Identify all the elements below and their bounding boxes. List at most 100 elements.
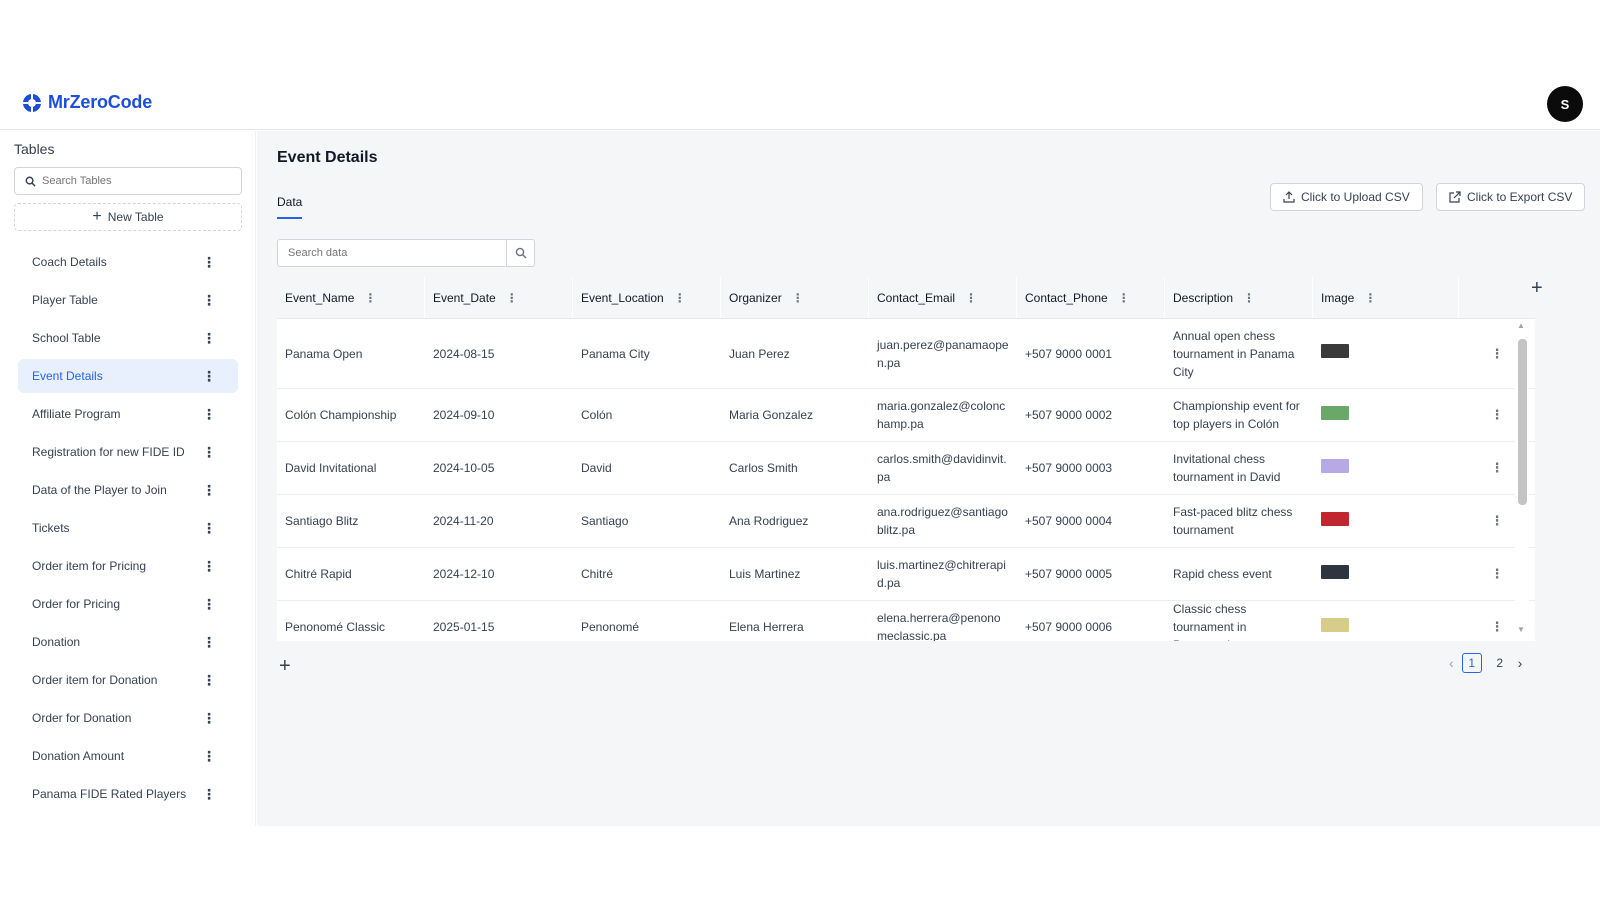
table-cell[interactable]: Elena Herrera	[721, 618, 869, 636]
table-cell[interactable]: luis.martinez@chitrerapid.pa	[869, 556, 1017, 592]
table-cell[interactable]: Maria Gonzalez	[721, 406, 869, 424]
table-cell[interactable]: +507 9000 0006	[1017, 618, 1165, 636]
search-button[interactable]	[506, 240, 534, 266]
table-cell[interactable]: 2024-11-20	[425, 512, 573, 530]
kebab-menu-icon[interactable]: ⋮	[202, 787, 216, 801]
table-cell[interactable]: +507 9000 0001	[1017, 345, 1165, 363]
kebab-menu-icon[interactable]: ⋮	[202, 369, 216, 383]
table-cell[interactable]: Chitré Rapid	[277, 565, 425, 583]
user-avatar[interactable]: S	[1547, 86, 1583, 122]
table-cell[interactable]: +507 9000 0005	[1017, 565, 1165, 583]
table-cell[interactable]: Juan Perez	[721, 345, 869, 363]
image-cell[interactable]	[1313, 564, 1459, 584]
search-tables-input[interactable]	[42, 175, 222, 187]
table-cell[interactable]: juan.perez@panamaopen.pa	[869, 336, 1017, 372]
next-page-icon[interactable]: ›	[1518, 655, 1523, 671]
table-row[interactable]: Penonomé Classic 2025-01-15 Penonomé Elena …	[277, 601, 1535, 641]
column-menu-icon[interactable]: ⋮	[965, 292, 977, 304]
table-cell[interactable]: Colón Championship	[277, 406, 425, 424]
column-menu-icon[interactable]: ⋮	[1118, 292, 1130, 304]
sidebar-item[interactable]: Player Table ⋮	[18, 283, 238, 317]
image-thumbnail[interactable]	[1321, 617, 1349, 632]
image-cell[interactable]	[1313, 458, 1459, 478]
kebab-menu-icon[interactable]: ⋮	[202, 673, 216, 687]
image-thumbnail[interactable]	[1321, 405, 1349, 420]
image-cell[interactable]	[1313, 344, 1459, 363]
table-cell[interactable]: David	[573, 459, 721, 477]
row-menu-icon[interactable]: ⋮	[1491, 618, 1504, 636]
export-csv-button[interactable]: Click to Export CSV	[1436, 183, 1586, 211]
table-cell[interactable]: 2024-08-15	[425, 345, 573, 363]
table-cell[interactable]: Panama City	[573, 345, 721, 363]
sidebar-item[interactable]: Order item for Donation ⋮	[18, 663, 238, 697]
column-menu-icon[interactable]: ⋮	[1243, 292, 1255, 304]
add-row-button[interactable]: +	[279, 655, 291, 678]
column-header[interactable]: Image ⋮	[1313, 277, 1459, 318]
kebab-menu-icon[interactable]: ⋮	[202, 255, 216, 269]
table-cell[interactable]: Penonomé	[573, 618, 721, 636]
table-cell[interactable]: 2025-01-15	[425, 618, 573, 636]
table-cell[interactable]: Championship event for top players in Co…	[1165, 397, 1313, 433]
search-data-input[interactable]	[278, 240, 506, 266]
table-cell[interactable]: Carlos Smith	[721, 459, 869, 477]
scroll-down-icon[interactable]: ▼	[1517, 625, 1525, 634]
image-cell[interactable]	[1313, 511, 1459, 531]
sidebar-item[interactable]: Coach Details ⋮	[18, 245, 238, 279]
column-menu-icon[interactable]: ⋮	[364, 292, 376, 304]
kebab-menu-icon[interactable]: ⋮	[202, 635, 216, 649]
new-table-button[interactable]: + New Table	[14, 203, 242, 231]
column-header[interactable]: Contact_Email ⋮	[869, 277, 1017, 318]
column-header[interactable]: Contact_Phone ⋮	[1017, 277, 1165, 318]
image-thumbnail[interactable]	[1321, 564, 1349, 579]
scroll-up-icon[interactable]: ▲	[1517, 321, 1525, 330]
kebab-menu-icon[interactable]: ⋮	[202, 331, 216, 345]
logo[interactable]: MrZeroCode	[22, 92, 152, 113]
kebab-menu-icon[interactable]: ⋮	[202, 711, 216, 725]
row-menu-icon[interactable]: ⋮	[1491, 345, 1504, 363]
sidebar-item[interactable]: Registration for new FIDE ID ⋮	[18, 435, 238, 469]
table-cell[interactable]: Classic chess tournament in Penonomé	[1165, 600, 1313, 641]
image-thumbnail[interactable]	[1321, 344, 1349, 358]
column-menu-icon[interactable]: ⋮	[1364, 292, 1376, 304]
prev-page-icon[interactable]: ‹	[1449, 655, 1454, 671]
table-cell[interactable]: Santiago Blitz	[277, 512, 425, 530]
table-row[interactable]: David Invitational 2024-10-05 David Carlos …	[277, 442, 1535, 495]
kebab-menu-icon[interactable]: ⋮	[202, 749, 216, 763]
kebab-menu-icon[interactable]: ⋮	[202, 597, 216, 611]
table-cell[interactable]: Penonomé Classic	[277, 618, 425, 636]
table-cell[interactable]: David Invitational	[277, 459, 425, 477]
sidebar-item[interactable]: Panama FIDE Rated Players ⋮	[18, 777, 238, 811]
scroll-thumb[interactable]	[1518, 339, 1527, 505]
table-row[interactable]: Santiago Blitz 2024-11-20 Santiago Ana Rodr…	[277, 495, 1535, 548]
page-button[interactable]: 1	[1461, 653, 1482, 673]
table-cell[interactable]: 2024-10-05	[425, 459, 573, 477]
image-thumbnail[interactable]	[1321, 458, 1349, 473]
sidebar-item[interactable]: Affiliate Program ⋮	[18, 397, 238, 431]
table-cell[interactable]: +507 9000 0002	[1017, 406, 1165, 424]
table-cell[interactable]: Luis Martinez	[721, 565, 869, 583]
row-menu-icon[interactable]: ⋮	[1491, 459, 1504, 477]
table-cell[interactable]: ana.rodriguez@santiagoblitz.pa	[869, 503, 1017, 539]
table-cell[interactable]: +507 9000 0004	[1017, 512, 1165, 530]
column-header[interactable]: Event_Location ⋮	[573, 277, 721, 318]
column-header[interactable]: Description ⋮	[1165, 277, 1313, 318]
table-cell[interactable]: 2024-12-10	[425, 565, 573, 583]
sidebar-item[interactable]: Tickets ⋮	[18, 511, 238, 545]
image-thumbnail[interactable]	[1321, 511, 1349, 526]
table-cell[interactable]: maria.gonzalez@colonchamp.pa	[869, 397, 1017, 433]
tab-data[interactable]: Data	[277, 195, 303, 219]
row-menu-icon[interactable]: ⋮	[1491, 512, 1504, 530]
kebab-menu-icon[interactable]: ⋮	[202, 559, 216, 573]
kebab-menu-icon[interactable]: ⋮	[202, 407, 216, 421]
table-cell[interactable]: Panama Open	[277, 345, 425, 363]
image-cell[interactable]	[1313, 405, 1459, 425]
kebab-menu-icon[interactable]: ⋮	[202, 445, 216, 459]
kebab-menu-icon[interactable]: ⋮	[202, 293, 216, 307]
column-menu-icon[interactable]: ⋮	[506, 292, 518, 304]
kebab-menu-icon[interactable]: ⋮	[202, 483, 216, 497]
column-header[interactable]: Event_Date ⋮	[425, 277, 573, 318]
table-cell[interactable]: Invitational chess tournament in David	[1165, 450, 1313, 486]
sidebar-item[interactable]: Donation Amount ⋮	[18, 739, 238, 773]
row-menu-icon[interactable]: ⋮	[1491, 565, 1504, 583]
table-cell[interactable]: Santiago	[573, 512, 721, 530]
